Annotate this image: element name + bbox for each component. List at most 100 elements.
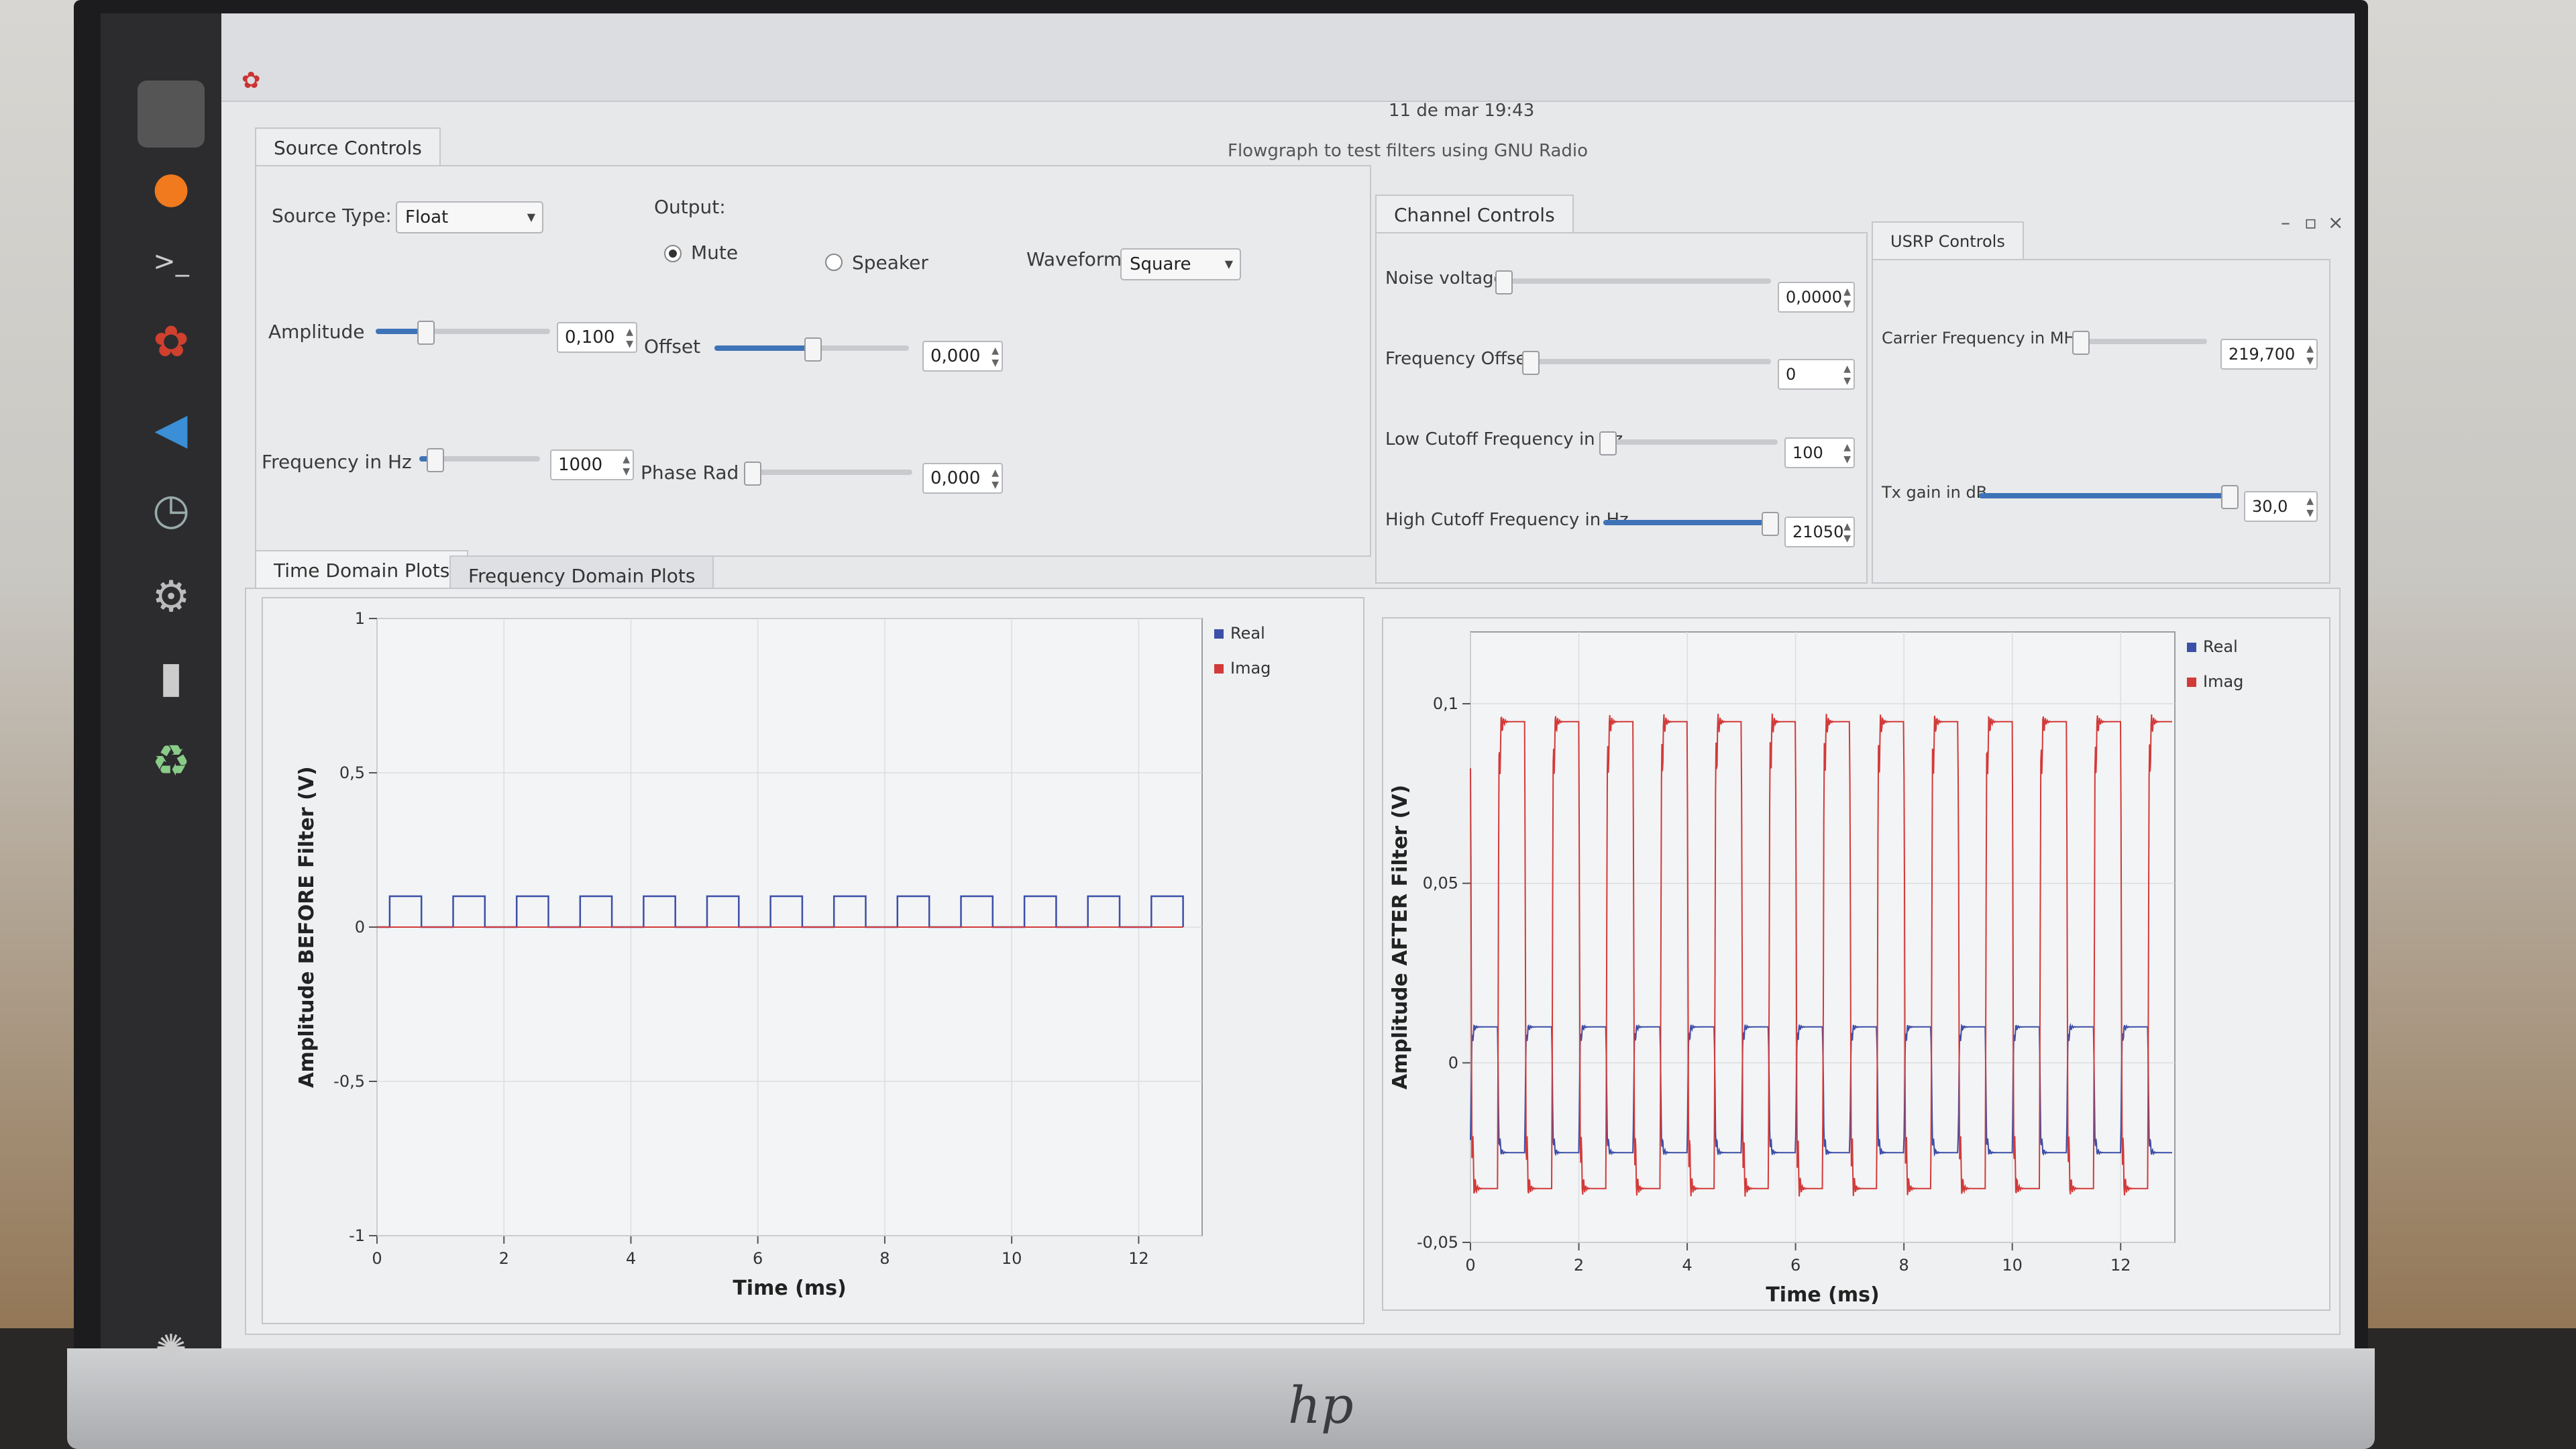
- spin-arrows-icon[interactable]: ▲ ▼: [991, 467, 999, 491]
- frequency-offset-slider-handle[interactable]: [1522, 351, 1540, 375]
- offset-spinbox[interactable]: 0,000 ▲ ▼: [922, 341, 1003, 372]
- document-icon[interactable]: ▮: [138, 644, 205, 711]
- x-tick-label: 10: [2002, 1256, 2023, 1275]
- chevron-down-icon: ▼: [527, 211, 535, 223]
- speaker-radio[interactable]: [825, 254, 843, 271]
- tx-gain-slider[interactable]: [1979, 485, 2239, 509]
- gnuradio-icon[interactable]: ✿: [138, 309, 205, 376]
- spin-arrows-icon[interactable]: ▲ ▼: [1843, 286, 1851, 310]
- mute-radio[interactable]: [664, 245, 682, 262]
- spin-arrows-icon[interactable]: ▲ ▼: [991, 345, 999, 369]
- phase-slider[interactable]: [744, 462, 912, 486]
- frequency-label: Frequency in Hz: [262, 451, 412, 473]
- legend-label: Imag: [1230, 659, 1271, 678]
- low-cutoff-slider[interactable]: [1599, 431, 1778, 455]
- noise-voltage-slider-handle[interactable]: [1495, 270, 1513, 294]
- amplitude-value: 0,100: [565, 327, 615, 347]
- chart-after-filter-svg: 0 2 4 6 8 10 12 0,1 0,05 0 -0,05 Time (ms) Amplitude…: [1389, 631, 2243, 1307]
- x-tick-label: 4: [1682, 1256, 1692, 1275]
- x-tick-label: 12: [1128, 1249, 1149, 1268]
- spin-arrows-icon[interactable]: ▲ ▼: [1843, 363, 1851, 387]
- legend-swatch: [1214, 629, 1224, 639]
- legend-swatch: [2187, 678, 2196, 687]
- waveform-combo[interactable]: Square ▼: [1120, 248, 1241, 280]
- speaker-label: Speaker: [852, 252, 928, 274]
- spin-arrows-icon[interactable]: ▲ ▼: [1843, 521, 1851, 545]
- high-cutoff-label: High Cutoff Frequency in Hz: [1385, 510, 1629, 530]
- offset-slider[interactable]: [714, 337, 909, 362]
- legend-label: Imag: [2203, 672, 2243, 691]
- frequency-offset-slider[interactable]: [1522, 351, 1771, 375]
- spin-arrows-icon[interactable]: ▲ ▼: [626, 326, 633, 350]
- high-cutoff-spinbox[interactable]: 21050 ▲ ▼: [1784, 517, 1855, 547]
- mute-label: Mute: [691, 241, 739, 264]
- low-cutoff-label: Low Cutoff Frequency in Hz: [1385, 429, 1623, 449]
- high-cutoff-slider-handle[interactable]: [1762, 512, 1779, 536]
- plot-after-filter[interactable]: 0 2 4 6 8 10 12 0,1 0,05 0 -0,05 Time (ms) Amplitude…: [1382, 617, 2330, 1311]
- tab-time-domain-plots[interactable]: Time Domain Plots: [255, 550, 469, 589]
- firefox-icon[interactable]: ●: [138, 154, 205, 221]
- app-grid-icon[interactable]: ✺: [138, 1315, 205, 1382]
- y-tick-label: -0,05: [1417, 1233, 1458, 1252]
- legend-swatch: [2187, 643, 2196, 652]
- close-button[interactable]: ×: [2328, 211, 2343, 233]
- phase-label: Phase Rad: [641, 462, 739, 484]
- y-tick-label: 0: [355, 918, 365, 936]
- y-tick-label: -0,5: [333, 1072, 365, 1091]
- files-icon[interactable]: [138, 80, 205, 148]
- tab-channel-controls[interactable]: Channel Controls: [1375, 195, 1574, 233]
- frequency-slider[interactable]: [419, 448, 540, 472]
- y-axis-label: Amplitude BEFORE Filter (V): [295, 766, 319, 1088]
- terminal-icon[interactable]: >_: [138, 228, 205, 295]
- phase-spinbox[interactable]: 0,000 ▲ ▼: [922, 463, 1003, 494]
- tx-gain-slider-handle[interactable]: [2221, 485, 2239, 509]
- legend-swatch: [1214, 664, 1224, 674]
- clock[interactable]: 11 de mar 19:43: [1389, 101, 1534, 121]
- frequency-spinbox[interactable]: 1000 ▲ ▼: [550, 449, 634, 480]
- noise-voltage-value: 0,0000: [1786, 288, 1842, 307]
- low-cutoff-spinbox[interactable]: 100 ▲ ▼: [1784, 437, 1855, 468]
- spin-arrows-icon[interactable]: ▲ ▼: [623, 453, 630, 478]
- tab-source-controls[interactable]: Source Controls: [255, 127, 441, 166]
- vscode-icon[interactable]: ◀: [138, 396, 205, 463]
- minimize-button[interactable]: –: [2281, 211, 2290, 233]
- spin-arrows-icon[interactable]: ▲ ▼: [1843, 441, 1851, 466]
- amplitude-spinbox[interactable]: 0,100 ▲ ▼: [557, 322, 637, 353]
- tx-gain-slider-fill: [1979, 493, 2229, 498]
- noise-voltage-slider[interactable]: [1495, 270, 1771, 294]
- carrier-frequency-spinbox[interactable]: 219,700 ▲ ▼: [2220, 339, 2318, 370]
- spin-arrows-icon[interactable]: ▲ ▼: [2306, 343, 2314, 367]
- phase-slider-handle[interactable]: [744, 462, 761, 486]
- source-type-combo[interactable]: Float ▼: [396, 201, 543, 233]
- waveform-value: Square: [1130, 254, 1191, 274]
- high-cutoff-slider[interactable]: [1603, 512, 1779, 536]
- trash-icon[interactable]: ♻: [138, 728, 205, 795]
- amplitude-slider-handle[interactable]: [417, 321, 435, 345]
- tx-gain-value: 30,0: [2252, 497, 2288, 516]
- tab-usrp-controls[interactable]: USRP Controls: [1872, 221, 2024, 260]
- frequency-offset-spinbox[interactable]: 0 ▲ ▼: [1778, 359, 1855, 390]
- low-cutoff-slider-handle[interactable]: [1599, 431, 1617, 455]
- spin-arrows-icon[interactable]: ▲ ▼: [2306, 495, 2314, 519]
- carrier-frequency-label: Carrier Frequency in MHz: [1882, 329, 2085, 347]
- offset-slider-handle[interactable]: [804, 337, 822, 362]
- tx-gain-spinbox[interactable]: 30,0 ▲ ▼: [2244, 491, 2318, 522]
- frequency-value: 1000: [558, 455, 603, 475]
- phase-value: 0,000: [930, 468, 981, 488]
- x-tick-label: 12: [2110, 1256, 2131, 1275]
- maximize-button[interactable]: ▫: [2304, 211, 2317, 233]
- frequency-slider-handle[interactable]: [426, 448, 444, 472]
- carrier-frequency-slider[interactable]: [2072, 331, 2207, 355]
- x-tick-label: 8: [879, 1249, 890, 1268]
- carrier-frequency-slider-handle[interactable]: [2072, 331, 2090, 355]
- clock-app-icon[interactable]: ◷: [138, 476, 205, 543]
- low-cutoff-value: 100: [1792, 443, 1823, 462]
- x-tick-label: 10: [1002, 1249, 1022, 1268]
- settings-gear-icon[interactable]: ⚙: [138, 564, 205, 631]
- noise-voltage-spinbox[interactable]: 0,0000 ▲ ▼: [1778, 282, 1855, 313]
- hp-logo: hp: [1288, 1375, 1354, 1435]
- plot-before-filter[interactable]: 0 2 4 6 8 10 12 1 0,5 0 -0,5 -1 Time (ms) Amplitude B…: [262, 597, 1364, 1324]
- waveform-label: Waveform:: [1026, 248, 1128, 270]
- amplitude-slider[interactable]: [376, 321, 550, 345]
- y-axis-label: Amplitude AFTER Filter (V): [1389, 785, 1412, 1089]
